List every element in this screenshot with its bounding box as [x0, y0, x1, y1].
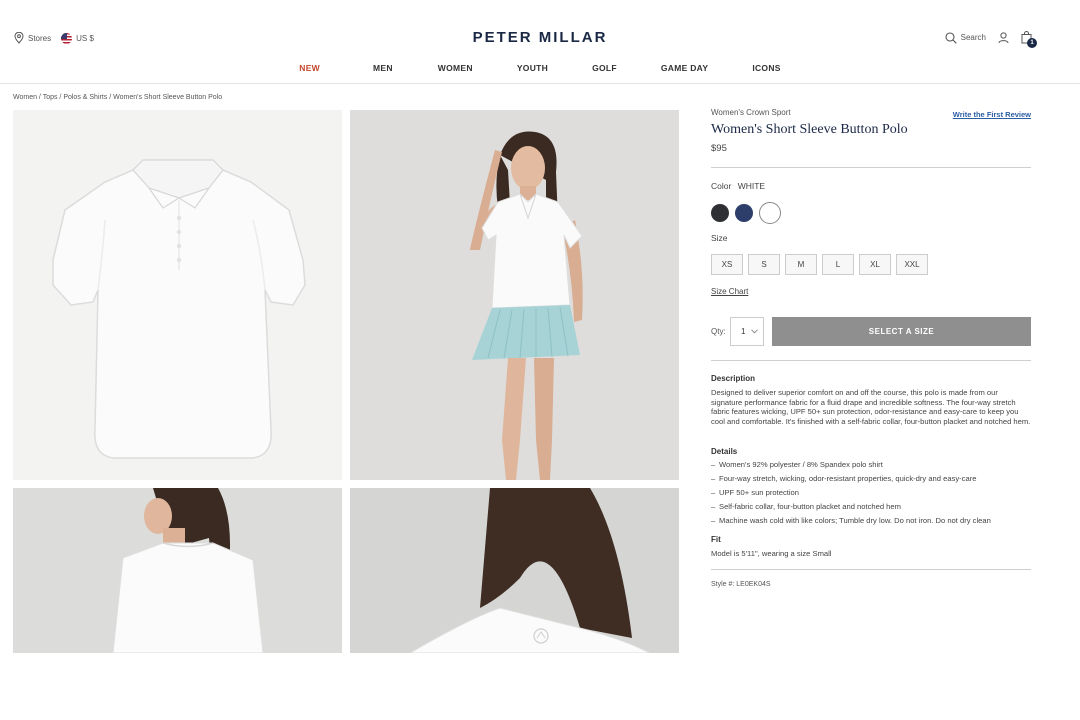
quantity-select[interactable]: 1	[730, 317, 764, 346]
description-heading: Description	[711, 374, 756, 383]
divider	[711, 569, 1031, 570]
color-swatches	[711, 202, 781, 224]
fit-heading: Fit	[711, 535, 721, 544]
user-icon	[998, 31, 1009, 43]
nav-item-men[interactable]: MEN	[373, 63, 393, 73]
divider	[711, 360, 1031, 361]
model-front-illustration	[470, 131, 583, 480]
divider	[711, 167, 1031, 168]
style-number: Style #: LE0EK04S	[711, 581, 771, 588]
site-header: Stores US $ PETER MILLAR Search 1 NEW ME…	[0, 0, 1080, 84]
nav-item-new[interactable]: NEW	[299, 63, 320, 73]
nav-item-youth[interactable]: YOUTH	[517, 63, 548, 73]
account-button[interactable]	[998, 31, 1009, 44]
product-image-model-front[interactable]	[350, 110, 679, 480]
back-detail-illustration	[409, 488, 651, 653]
list-item: Women's 92% polyester / 8% Spandex polo …	[711, 460, 991, 474]
qty-value: 1	[741, 327, 746, 336]
product-title: Women's Short Sleeve Button Polo	[711, 122, 908, 137]
size-option-xl[interactable]: XL	[859, 254, 891, 275]
cart-count-badge: 1	[1027, 38, 1037, 48]
swatch-white-selected[interactable]	[759, 202, 781, 224]
size-option-l[interactable]: L	[822, 254, 854, 275]
main-nav: NEW MEN WOMEN YOUTH GOLF GAME DAY ICONS	[0, 63, 1080, 73]
list-item: Four-way stretch, wicking, odor-resistan…	[711, 474, 991, 488]
polo-shirt-illustration	[52, 159, 306, 459]
nav-item-golf[interactable]: GOLF	[592, 63, 617, 73]
search-button[interactable]: Search	[945, 31, 986, 44]
list-item: UPF 50+ sun protection	[711, 488, 991, 502]
details-heading: Details	[711, 447, 738, 456]
breadcrumb[interactable]: Women / Tops / Polos & Shirts / Women's …	[13, 94, 222, 101]
chevron-down-icon	[751, 329, 758, 334]
product-image-model-back[interactable]	[13, 488, 342, 653]
size-option-s[interactable]: S	[748, 254, 780, 275]
color-value: WHITE	[737, 181, 766, 191]
nav-item-women[interactable]: WOMEN	[438, 63, 473, 73]
product-price: $95	[711, 143, 727, 154]
size-options: XS S M L XL XXL	[711, 254, 928, 275]
list-item: Machine wash cold with like colors; Tumb…	[711, 516, 991, 530]
size-chart-link[interactable]: Size Chart	[711, 287, 748, 296]
model-back-illustration	[112, 488, 264, 653]
site-logo[interactable]: PETER MILLAR	[0, 29, 1080, 46]
search-label: Search	[960, 33, 986, 42]
swatch-black[interactable]	[711, 204, 729, 222]
product-image-flat-lay[interactable]	[13, 110, 342, 480]
product-details-panel: Women's Crown Sport Write the First Revi…	[711, 108, 1031, 588]
select-size-button[interactable]: SELECT A SIZE	[772, 317, 1031, 346]
fit-text: Model is 5'11", wearing a size Small	[711, 549, 832, 558]
quantity-row: Qty: 1 SELECT A SIZE	[711, 317, 1031, 346]
description-text: Designed to deliver superior comfort on …	[711, 388, 1031, 427]
swatch-navy[interactable]	[735, 204, 753, 222]
nav-item-game-day[interactable]: GAME DAY	[661, 63, 708, 73]
color-selector-label: Color WHITE	[711, 181, 765, 191]
nav-item-icons[interactable]: ICONS	[752, 63, 780, 73]
qty-label: Qty:	[711, 327, 726, 336]
write-review-link[interactable]: Write the First Review	[953, 110, 1031, 119]
details-list: Women's 92% polyester / 8% Spandex polo …	[711, 460, 991, 530]
search-icon	[945, 31, 957, 44]
size-option-m[interactable]: M	[785, 254, 817, 275]
utility-right: Search 1	[945, 31, 1037, 48]
product-image-back-detail[interactable]	[350, 488, 679, 653]
color-label: Color	[711, 181, 732, 191]
cart-button[interactable]: 1	[1021, 31, 1037, 48]
size-option-xxl[interactable]: XXL	[896, 254, 928, 275]
size-label: Size	[711, 233, 728, 243]
list-item: Self-fabric collar, four-button placket …	[711, 502, 991, 516]
size-option-xs[interactable]: XS	[711, 254, 743, 275]
